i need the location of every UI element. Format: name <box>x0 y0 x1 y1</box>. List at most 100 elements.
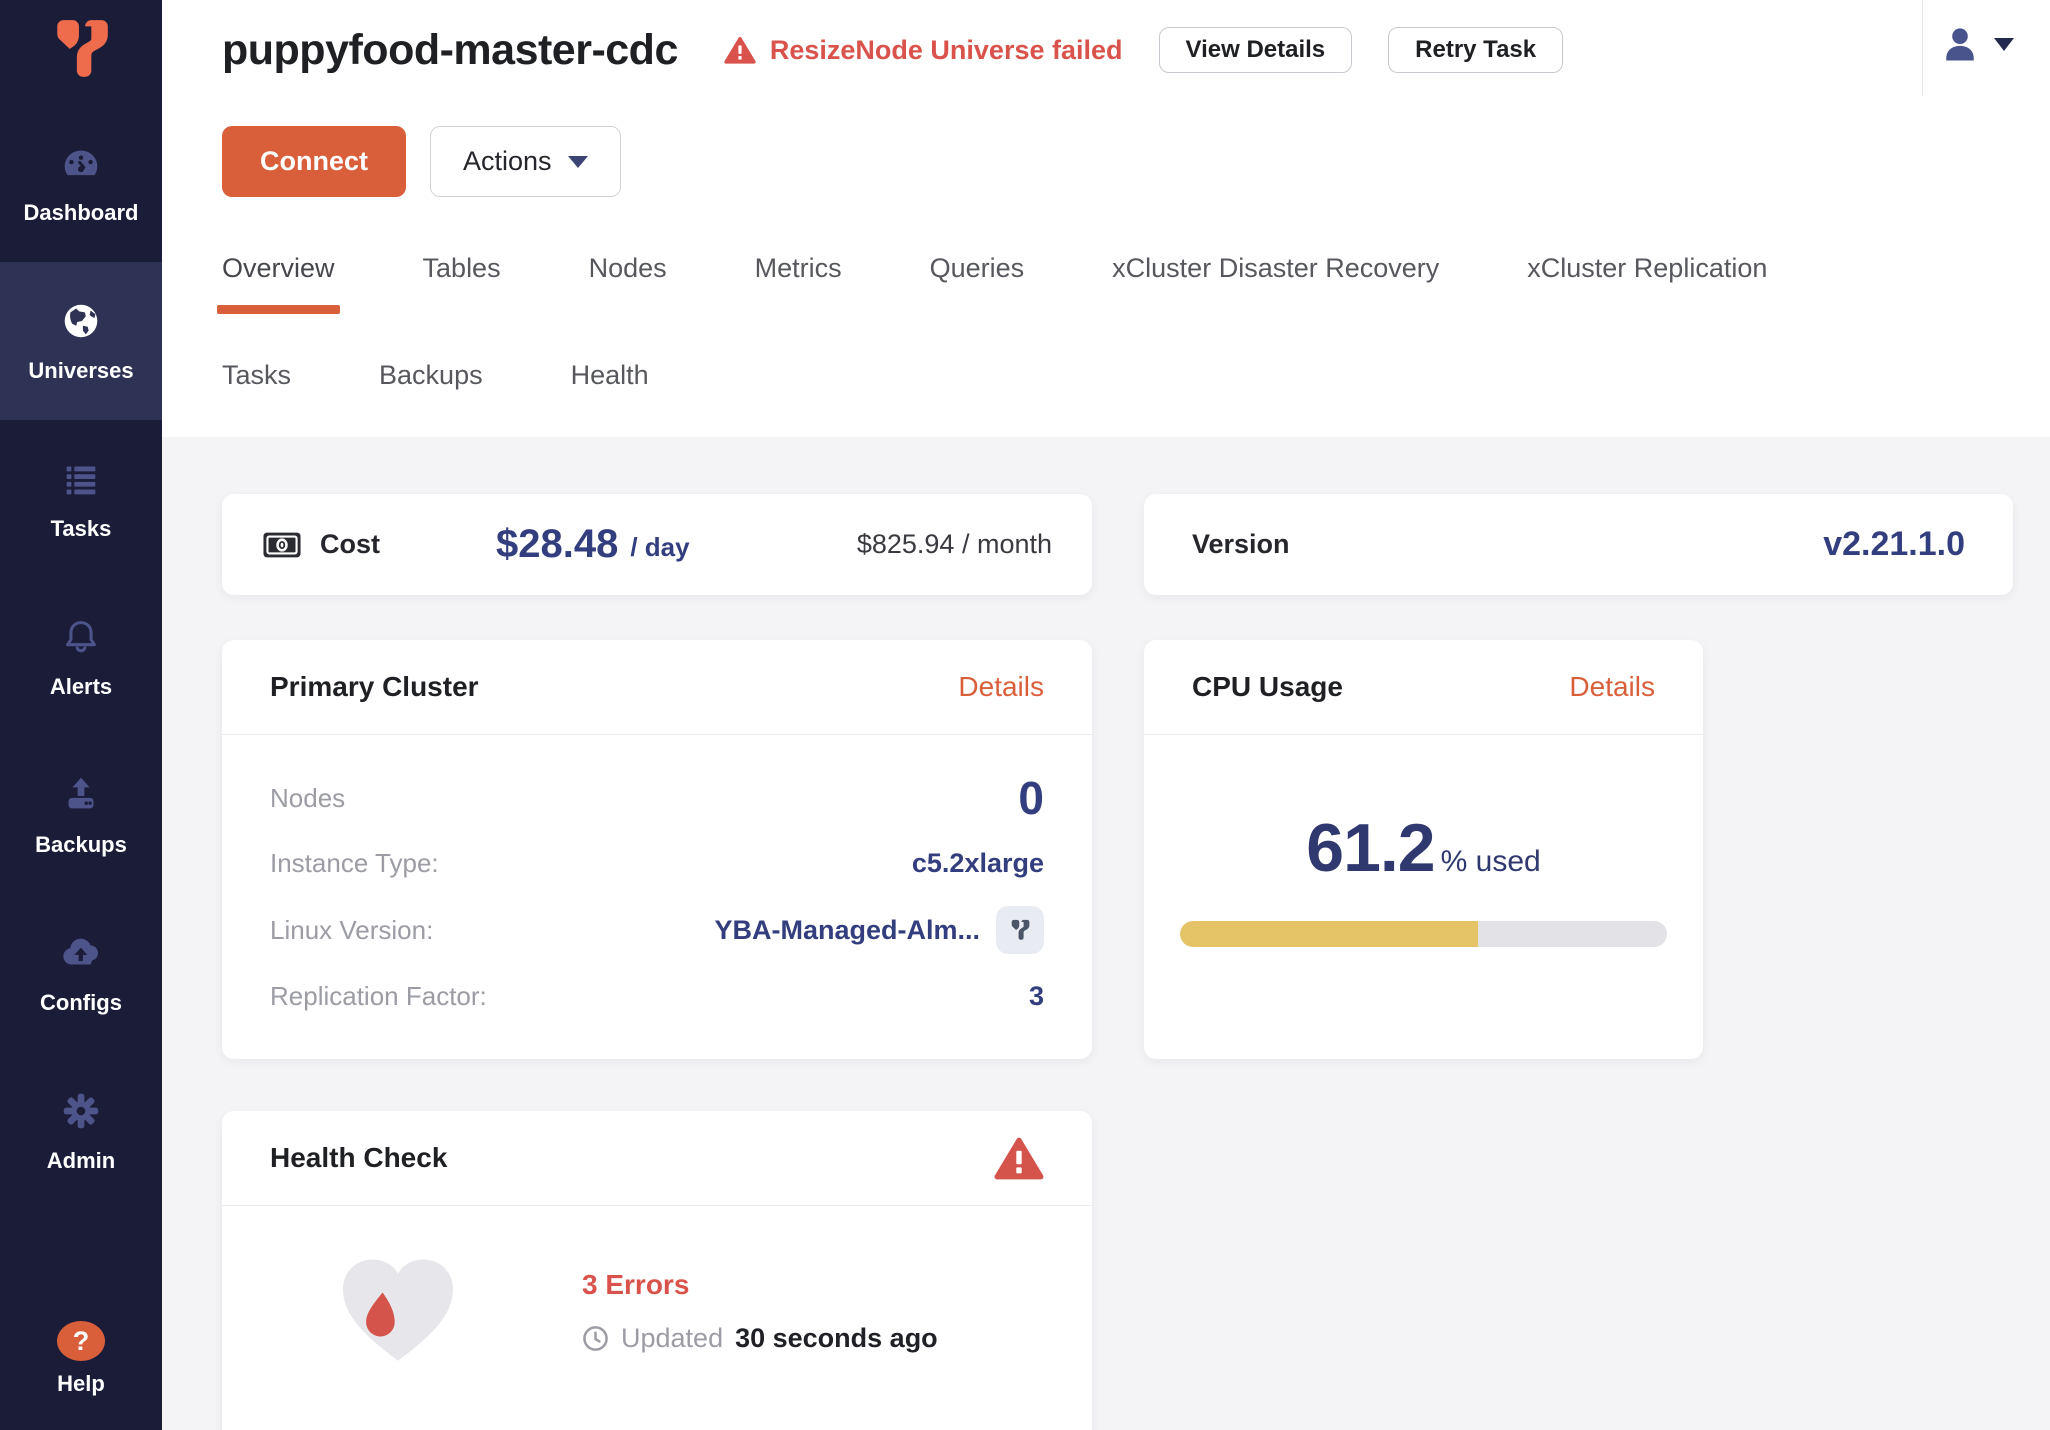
actions-label: Actions <box>463 146 552 177</box>
sidebar-item-label: Configs <box>40 990 122 1016</box>
cpu-usage-value-wrap: 61.2 % used <box>1180 809 1667 887</box>
tab-label: Overview <box>222 253 335 283</box>
cpu-usage-header: CPU Usage Details <box>1144 640 1703 735</box>
cloud-upload-icon <box>58 930 104 976</box>
cpu-usage-percent: 61.2 <box>1306 809 1434 887</box>
action-buttons-row: Connect Actions <box>222 126 2050 197</box>
sidebar-item-label: Universes <box>28 358 133 384</box>
tabs-row-1: Overview Tables Nodes Metrics Queries xC… <box>222 253 2050 284</box>
health-check-card: Health Check <box>222 1111 1092 1430</box>
sidebar-item-label: Dashboard <box>24 200 139 226</box>
tab-metrics[interactable]: Metrics <box>755 253 842 284</box>
nodes-value: 0 <box>1018 775 1044 821</box>
globe-icon <box>58 298 104 344</box>
heart-health-icon <box>332 1248 464 1375</box>
cpu-usage-details-link[interactable]: Details <box>1569 671 1655 703</box>
main-area: puppyfood-master-cdc ResizeNode Universe… <box>162 0 2050 1430</box>
sidebar-item-universes[interactable]: Universes <box>0 262 162 420</box>
backup-upload-icon <box>58 772 104 818</box>
sidebar-item-label: Alerts <box>50 674 112 700</box>
yugabyte-y-logo-icon <box>1007 918 1033 942</box>
sidebar-item-label: Tasks <box>51 516 112 542</box>
instance-type-row: Instance Type: c5.2xlarge <box>270 848 1044 879</box>
yugabyte-y-logo-icon <box>43 16 119 82</box>
linux-version-cluster: YBA-Managed-Alm... <box>714 906 1044 954</box>
cost-label: Cost <box>320 529 380 560</box>
replication-factor-value: 3 <box>1029 981 1044 1012</box>
sidebar: Dashboard Universes <box>0 0 162 1430</box>
cost-per-month-value: $825.94 / month <box>857 529 1052 560</box>
nodes-row: Nodes 0 <box>270 775 1044 821</box>
tab-tables[interactable]: Tables <box>423 253 501 284</box>
tab-health[interactable]: Health <box>571 360 649 391</box>
clock-icon <box>582 1325 609 1352</box>
health-check-title: Health Check <box>270 1142 447 1174</box>
tab-xcluster-disaster-recovery[interactable]: xCluster Disaster Recovery <box>1112 253 1439 284</box>
tab-nodes[interactable]: Nodes <box>589 253 667 284</box>
cpu-usage-body: 61.2 % used <box>1144 809 1703 947</box>
health-check-body: 3 Errors Updated 30 seconds ago <box>222 1206 1092 1375</box>
connect-button[interactable]: Connect <box>222 126 406 197</box>
health-errors-link[interactable]: 3 Errors <box>582 1269 938 1301</box>
tab-overview[interactable]: Overview <box>222 253 335 284</box>
cpu-usage-card: CPU Usage Details 61.2 % used <box>1144 640 1703 1059</box>
yugabyte-logo[interactable] <box>0 0 162 104</box>
retry-task-button[interactable]: Retry Task <box>1388 27 1563 73</box>
sidebar-item-dashboard[interactable]: Dashboard <box>0 104 162 262</box>
sidebar-spacer <box>0 1210 162 1294</box>
version-card: Version v2.21.1.0 <box>1144 494 2013 595</box>
instance-type-value: c5.2xlarge <box>912 848 1044 879</box>
gear-icon <box>58 1088 104 1134</box>
health-check-header: Health Check <box>222 1111 1092 1206</box>
primary-cluster-details-link[interactable]: Details <box>958 671 1044 703</box>
linux-version-value: YBA-Managed-Alm... <box>714 915 980 946</box>
sidebar-item-configs[interactable]: Configs <box>0 894 162 1052</box>
summary-cards-row: Cost $28.48 / day $825.94 / month Versio… <box>222 494 2013 595</box>
tabs-row-2: Tasks Backups Health <box>222 360 2050 391</box>
user-avatar-icon <box>1938 22 1982 66</box>
topbar: puppyfood-master-cdc ResizeNode Universe… <box>162 0 2050 437</box>
active-tab-indicator <box>217 305 340 314</box>
gauge-icon <box>58 140 104 186</box>
version-label: Version <box>1192 529 1290 560</box>
sidebar-item-label: Backups <box>35 832 127 858</box>
title-row: puppyfood-master-cdc ResizeNode Universe… <box>222 0 2050 86</box>
cpu-usage-progress-fill <box>1180 921 1478 947</box>
task-list-icon <box>58 456 104 502</box>
actions-dropdown-button[interactable]: Actions <box>430 126 621 197</box>
primary-cluster-body: Nodes 0 Instance Type: c5.2xlarge Linux … <box>222 735 1092 1012</box>
linux-version-row: Linux Version: YBA-Managed-Alm... <box>270 906 1044 954</box>
sidebar-item-alerts[interactable]: Alerts <box>0 578 162 736</box>
sidebar-item-admin[interactable]: Admin <box>0 1052 162 1210</box>
primary-cluster-card: Primary Cluster Details Nodes 0 Instance… <box>222 640 1092 1059</box>
detail-cards-row: Primary Cluster Details Nodes 0 Instance… <box>222 640 2013 1059</box>
overview-content: Cost $28.48 / day $825.94 / month Versio… <box>162 437 2050 1430</box>
chevron-down-icon <box>1994 38 2014 51</box>
warning-triangle-icon <box>724 35 756 65</box>
sidebar-item-help[interactable]: ? Help <box>0 1294 162 1424</box>
tab-backups[interactable]: Backups <box>379 360 483 391</box>
sidebar-item-backups[interactable]: Backups <box>0 736 162 894</box>
banknote-icon <box>262 530 302 560</box>
chevron-down-icon <box>568 156 588 168</box>
instance-type-label: Instance Type: <box>270 848 439 879</box>
task-failed-text: ResizeNode Universe failed <box>770 35 1123 66</box>
sidebar-item-tasks[interactable]: Tasks <box>0 420 162 578</box>
tab-tasks[interactable]: Tasks <box>222 360 291 391</box>
tab-xcluster-replication[interactable]: xCluster Replication <box>1527 253 1767 284</box>
view-details-button[interactable]: View Details <box>1159 27 1353 73</box>
warning-triangle-icon <box>994 1135 1044 1181</box>
user-menu[interactable] <box>1938 22 2014 66</box>
header-divider <box>1922 0 1923 96</box>
version-value: v2.21.1.0 <box>1823 525 1965 564</box>
cpu-usage-title: CPU Usage <box>1192 671 1343 703</box>
sidebar-item-label: Help <box>57 1371 105 1397</box>
cost-per-day-suffix: / day <box>630 532 689 563</box>
task-failed-alert: ResizeNode Universe failed <box>724 35 1123 66</box>
health-row: Health Check <box>222 1111 2013 1430</box>
cpu-usage-progress-track <box>1180 921 1667 947</box>
bell-icon <box>58 614 104 660</box>
replication-factor-row: Replication Factor: 3 <box>270 981 1044 1012</box>
yba-managed-badge[interactable] <box>996 906 1044 954</box>
tab-queries[interactable]: Queries <box>930 253 1025 284</box>
